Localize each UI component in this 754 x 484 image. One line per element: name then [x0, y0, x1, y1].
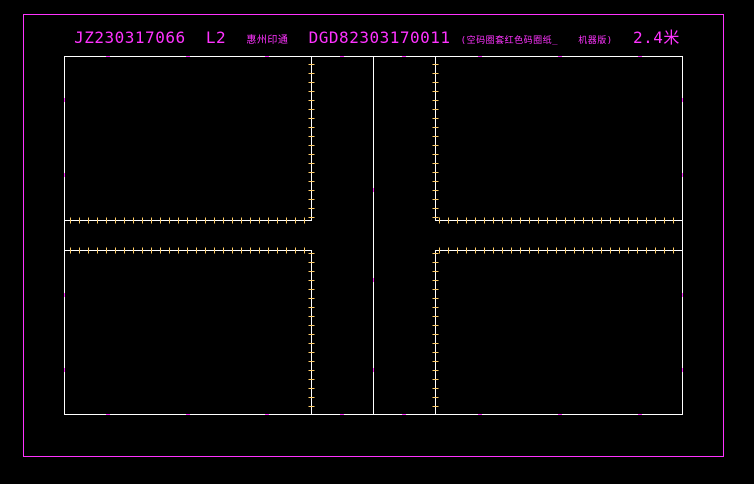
- sheet-outline: [64, 56, 683, 415]
- cad-drawing-canvas: [23, 14, 724, 457]
- perforation-ticks: [70, 64, 674, 407]
